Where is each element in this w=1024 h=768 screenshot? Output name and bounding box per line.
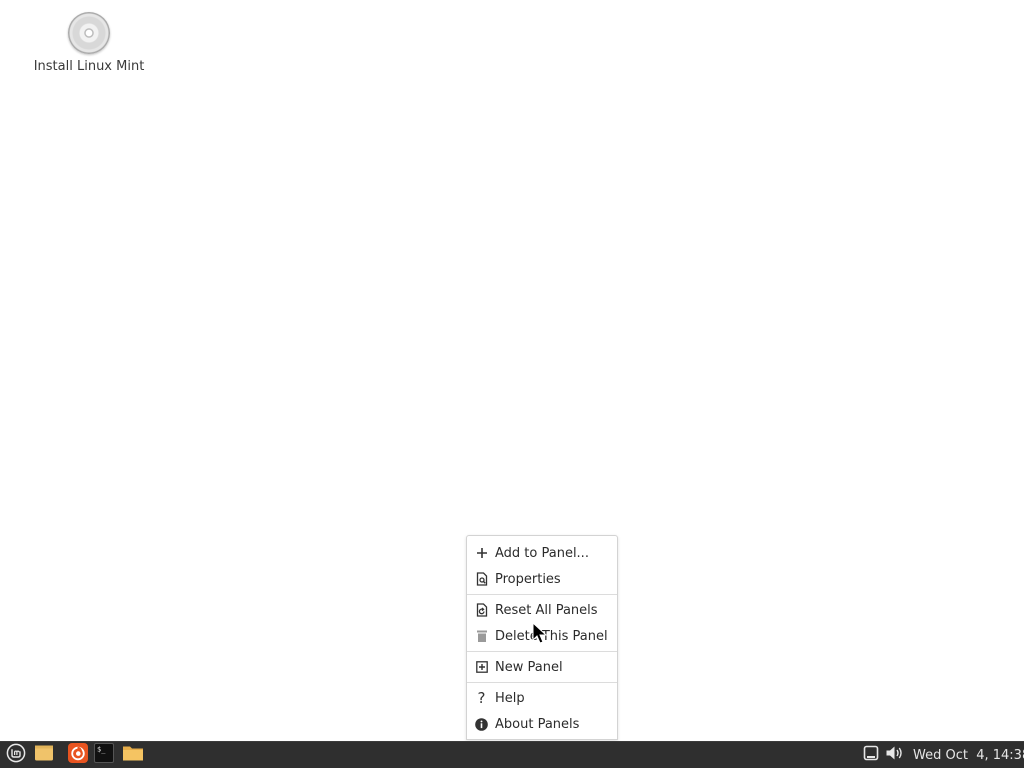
question-icon: ?	[477, 689, 486, 707]
menu-item-label: About Panels	[495, 716, 580, 732]
menu-button[interactable]	[4, 743, 28, 767]
terminal-launcher[interactable]: $_	[93, 743, 115, 767]
menu-item-help[interactable]: ? Help	[467, 685, 617, 711]
document-properties-icon	[467, 572, 495, 586]
files-launcher[interactable]	[122, 744, 144, 766]
folder-icon	[34, 744, 54, 766]
desktop-icon-label: Install Linux Mint	[33, 59, 145, 74]
volume-icon	[885, 744, 905, 766]
menu-item-label: Help	[495, 690, 525, 706]
menu-separator	[467, 651, 617, 652]
reset-icon	[467, 603, 495, 617]
menu-item-reset-all-panels[interactable]: Reset All Panels	[467, 597, 617, 623]
desktop-icon-install-linux-mint[interactable]: Install Linux Mint	[30, 10, 148, 74]
folder-open-icon	[122, 744, 144, 766]
disc-icon	[68, 12, 110, 54]
plus-icon	[467, 547, 495, 559]
network-indicator[interactable]	[861, 744, 881, 766]
menu-item-label: Delete This Panel	[495, 628, 608, 644]
firefox-launcher[interactable]	[67, 742, 89, 768]
trash-icon	[467, 629, 495, 643]
svg-text:$_: $_	[97, 746, 106, 754]
menu-item-add-to-panel[interactable]: Add to Panel...	[467, 540, 617, 566]
menu-item-label: Reset All Panels	[495, 602, 598, 618]
firefox-icon	[67, 742, 89, 768]
info-icon	[467, 717, 495, 731]
volume-indicator[interactable]	[884, 744, 906, 766]
menu-separator	[467, 594, 617, 595]
panel-context-menu: Add to Panel... Properties Reset All Pan…	[466, 535, 618, 740]
show-desktop-button[interactable]	[33, 744, 55, 766]
menu-item-delete-this-panel[interactable]: Delete This Panel	[467, 623, 617, 649]
menu-separator	[467, 682, 617, 683]
menu-item-new-panel[interactable]: New Panel	[467, 654, 617, 680]
clock[interactable]: Wed Oct 4, 14:38	[913, 744, 1024, 766]
menu-item-label: Add to Panel...	[495, 545, 589, 561]
add-box-icon	[467, 661, 495, 673]
menu-item-label: New Panel	[495, 659, 563, 675]
bottom-panel[interactable]: $_ Wed Oct 4, 14:38	[0, 741, 1024, 768]
mint-logo-icon	[6, 743, 26, 767]
network-icon	[863, 745, 879, 765]
menu-item-about-panels[interactable]: About Panels	[467, 711, 617, 737]
menu-item-properties[interactable]: Properties	[467, 566, 617, 592]
menu-item-label: Properties	[495, 571, 561, 587]
terminal-icon: $_	[94, 743, 114, 767]
